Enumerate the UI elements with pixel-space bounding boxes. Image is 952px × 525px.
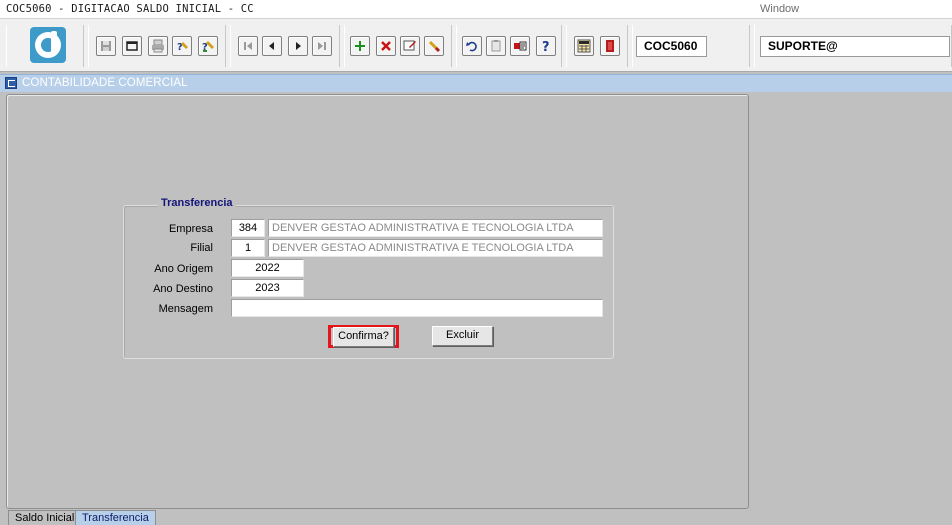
tab-saldo-inicial[interactable]: Saldo Inicial xyxy=(8,510,82,525)
print-icon[interactable] xyxy=(148,36,168,56)
ano-origem-field[interactable]: 2022 xyxy=(231,259,304,277)
right-empty-area xyxy=(752,94,952,509)
excluir-button[interactable]: Excluir xyxy=(432,326,493,346)
settings-icon[interactable] xyxy=(510,36,530,56)
filial-name-field: DENVER GESTAO ADMINISTRATIVA E TECNOLOGI… xyxy=(268,239,603,257)
logo-icon xyxy=(30,27,66,63)
mensagem-label: Mensagem xyxy=(158,303,213,315)
bottom-tabs: Saldo Inicial Transferencia xyxy=(0,509,952,525)
empresa-code-field[interactable]: 384 xyxy=(231,219,265,237)
menu-window[interactable]: Window xyxy=(760,3,799,15)
window-icon[interactable] xyxy=(122,36,142,56)
save-icon[interactable] xyxy=(96,36,116,56)
frame-title: Transferencia xyxy=(158,197,236,209)
tab-transferencia[interactable]: Transferencia xyxy=(75,510,156,525)
window-header: CONTABILIDADE COMERCIAL xyxy=(0,74,952,92)
help-icon[interactable]: ? xyxy=(536,36,556,56)
empresa-name-field: DENVER GESTAO ADMINISTRATIVA E TECNOLOGI… xyxy=(268,219,603,237)
first-record-icon[interactable] xyxy=(238,36,258,56)
exit-icon[interactable] xyxy=(600,36,620,56)
ano-origem-label: Ano Origem xyxy=(154,263,213,275)
user-field: SUPORTE@ xyxy=(760,36,950,57)
clear-icon[interactable] xyxy=(424,36,444,56)
module-code-field: COC5060 xyxy=(636,36,707,57)
svg-text:?: ? xyxy=(542,40,550,54)
toolbar: ? ? ? COC5060 SUPORTE@ xyxy=(0,19,952,72)
ano-destino-field[interactable]: 2023 xyxy=(231,279,304,297)
title-bar: COC5060 - DIGITACAO SALDO INICIAL - CC W… xyxy=(0,0,952,19)
mensagem-field[interactable] xyxy=(231,299,603,317)
next-record-icon[interactable] xyxy=(288,36,308,56)
query-icon[interactable]: ? xyxy=(172,36,192,56)
empresa-label: Empresa xyxy=(168,223,213,235)
edit-icon[interactable] xyxy=(400,36,420,56)
previous-record-icon[interactable] xyxy=(262,36,282,56)
insert-record-icon[interactable] xyxy=(350,36,370,56)
form-window-icon xyxy=(5,77,17,89)
calculator-icon[interactable] xyxy=(574,36,594,56)
delete-record-icon[interactable] xyxy=(376,36,396,56)
ano-destino-label: Ano Destino xyxy=(153,283,213,295)
last-record-icon[interactable] xyxy=(312,36,332,56)
paste-icon[interactable] xyxy=(486,36,506,56)
filial-code-field[interactable]: 1 xyxy=(231,239,265,257)
undo-icon[interactable] xyxy=(462,36,482,56)
window-header-title: CONTABILIDADE COMERCIAL xyxy=(22,77,188,89)
confirm-button[interactable]: Confirma? xyxy=(333,327,394,347)
execute-query-icon[interactable]: ? xyxy=(198,36,218,56)
window-title: COC5060 - DIGITACAO SALDO INICIAL - CC xyxy=(6,3,254,15)
filial-label: Filial xyxy=(190,242,213,254)
